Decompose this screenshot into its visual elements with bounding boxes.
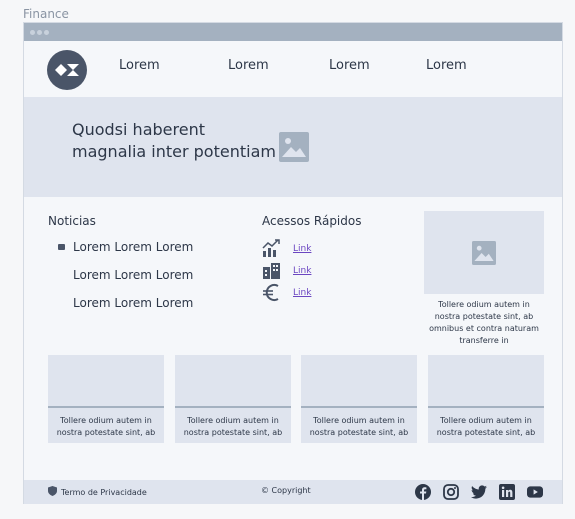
- quick-link-row: Link: [262, 239, 311, 258]
- content-card[interactable]: Tollere odium autem in nostra potestate …: [48, 355, 164, 443]
- quick-link[interactable]: Link: [293, 244, 311, 254]
- news-bullet-icon: [58, 244, 65, 250]
- footer: Termo de Privacidade © Copyright: [24, 480, 562, 504]
- page-label: Finance: [23, 7, 69, 21]
- content-card[interactable]: Tollere odium autem in nostra potestate …: [301, 355, 417, 443]
- news-item[interactable]: Lorem Lorem Lorem: [73, 240, 193, 254]
- card-image: [175, 355, 291, 408]
- card-image: [428, 355, 544, 408]
- instagram-icon[interactable]: [443, 484, 459, 500]
- card-text: Tollere odium autem in nostra potestate …: [436, 416, 536, 437]
- hero-banner: Quodsi haberent magnalia inter potentiam: [24, 97, 562, 197]
- logo-icon[interactable]: [47, 50, 87, 90]
- privacy-label: Termo de Privacidade: [61, 487, 147, 497]
- window-dot[interactable]: [44, 29, 49, 35]
- card-image: [301, 355, 417, 408]
- chart-growth-icon: [262, 239, 281, 258]
- content-card[interactable]: Tollere odium autem in nostra potestate …: [175, 355, 291, 443]
- image-placeholder-icon: [279, 132, 309, 166]
- news-item[interactable]: Lorem Lorem Lorem: [73, 296, 193, 310]
- news-item[interactable]: Lorem Lorem Lorem: [73, 268, 193, 282]
- content-card[interactable]: Tollere odium autem in nostra potestate …: [428, 355, 544, 443]
- side-card-text: Tollere odium autem in nostra potestate …: [429, 300, 539, 345]
- nav-link-3[interactable]: Lorem: [329, 58, 370, 73]
- shield-icon: [48, 486, 57, 498]
- browser-window: Lorem Lorem Lorem Lorem Quodsi haberent …: [23, 22, 563, 504]
- bank-building-icon: [262, 261, 281, 280]
- card-text: Tollere odium autem in nostra potestate …: [183, 416, 283, 437]
- window-dot[interactable]: [37, 29, 42, 35]
- twitter-icon[interactable]: [471, 484, 487, 500]
- quick-link-row: Link: [262, 283, 311, 302]
- card-text: Tollere odium autem in nostra potestate …: [56, 416, 156, 437]
- nav-link-2[interactable]: Lorem: [228, 58, 269, 73]
- linkedin-icon[interactable]: [499, 484, 515, 500]
- window-titlebar: [24, 23, 562, 41]
- nav-link-4[interactable]: Lorem: [426, 58, 467, 73]
- quick-link[interactable]: Link: [293, 266, 311, 276]
- quick-access-title: Acessos Rápidos: [262, 214, 362, 228]
- youtube-icon[interactable]: [527, 484, 543, 500]
- image-placeholder-icon: [424, 211, 544, 294]
- quick-link-row: Link: [262, 261, 311, 280]
- card-image: [48, 355, 164, 408]
- euro-icon: [262, 283, 281, 302]
- privacy-link[interactable]: Termo de Privacidade: [48, 486, 147, 498]
- facebook-icon[interactable]: [415, 484, 431, 500]
- window-dot[interactable]: [30, 29, 35, 35]
- nav-link-1[interactable]: Lorem: [119, 58, 160, 73]
- side-card[interactable]: Tollere odium autem in nostra potestate …: [424, 211, 544, 347]
- top-navigation: Lorem Lorem Lorem Lorem: [24, 41, 562, 97]
- copyright-text: © Copyright: [261, 486, 311, 495]
- hero-title: Quodsi haberent magnalia inter potentiam: [72, 120, 276, 161]
- quick-link[interactable]: Link: [293, 288, 311, 298]
- card-text: Tollere odium autem in nostra potestate …: [309, 416, 409, 437]
- news-title: Noticias: [48, 214, 96, 228]
